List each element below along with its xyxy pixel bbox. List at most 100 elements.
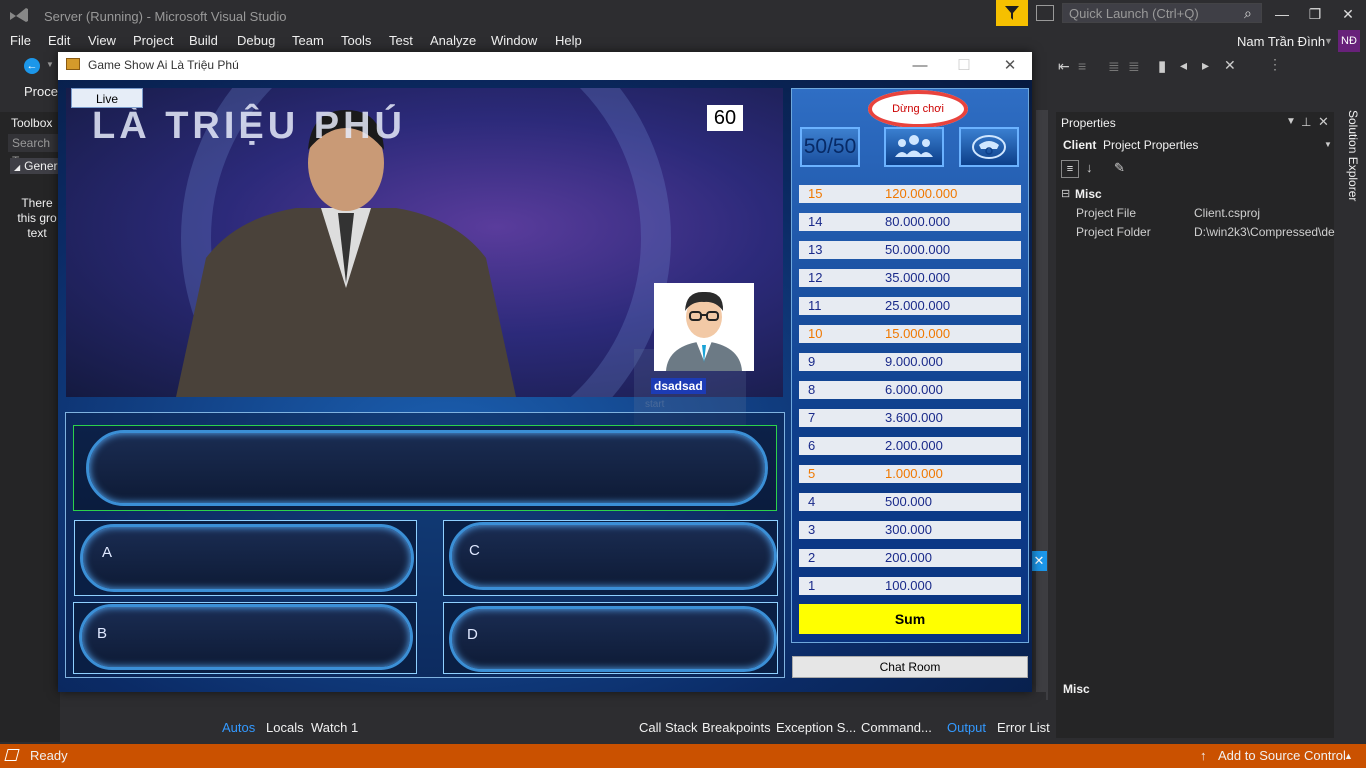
menu-team[interactable]: Team [292,33,324,48]
tab-output[interactable]: Output [947,720,986,735]
lifeline-audience-button[interactable] [884,127,944,167]
editor-scrollbar[interactable] [1036,110,1048,700]
property-name: Project File [1076,206,1137,220]
lifeline-phone-button[interactable] [959,127,1019,167]
ladder-level: 2 [808,550,816,565]
ladder-amount: 100.000 [885,578,932,593]
tab-call-stack[interactable]: Call Stack [639,720,698,735]
alphabetical-icon[interactable]: ↓ [1086,160,1093,175]
close-icon[interactable]: ✕ [1318,114,1329,130]
ladder-amount: 9.000.000 [885,354,943,369]
bookmark-next-icon[interactable]: ▸ [1202,57,1209,74]
close-button[interactable]: ✕ [996,56,1024,76]
restore-button[interactable]: ❐ [1303,4,1327,24]
property-value[interactable]: Client.csproj [1194,206,1260,220]
ladder-amount: 500.000 [885,494,932,509]
chat-room-button[interactable]: Chat Room [792,656,1028,678]
ladder-amount: 50.000.000 [885,242,951,257]
minimize-button[interactable]: — [1270,4,1294,24]
property-pages-icon[interactable]: ✎ [1114,160,1125,176]
add-to-source-control[interactable]: Add to Source Control [1218,748,1346,763]
toolbox-group-label: Gener [24,159,58,173]
properties-object-selector[interactable]: Client Project Properties [1063,138,1198,152]
ladder-level: 14 [808,214,823,229]
comment-icon[interactable]: ≣ [1108,58,1120,75]
categorized-icon[interactable]: ≡ [1061,160,1079,178]
uncomment-icon[interactable]: ≣ [1128,58,1140,75]
answer-c-pill[interactable] [449,522,777,590]
minimize-button[interactable]: — [906,56,934,76]
menu-analyze[interactable]: Analyze [430,33,476,48]
maximize-button[interactable]: ☐ [950,56,978,76]
tab-error-list[interactable]: Error List [997,720,1050,735]
ladder-amount: 6.000.000 [885,382,943,397]
search-icon[interactable]: ⌕ [1244,5,1252,22]
collapse-icon[interactable]: ⊟ [1061,187,1070,200]
bookmark-icon[interactable]: ▮ [1158,57,1166,75]
close-icon[interactable]: ✕ [1031,551,1047,571]
feedback-icon[interactable] [1036,5,1054,21]
menu-window[interactable]: Window [491,33,537,48]
answer-d-pill[interactable] [449,606,777,672]
phone-icon [972,135,1006,159]
answer-b-pill[interactable] [79,604,413,670]
lifeline-50-50-button[interactable]: 50/50 [800,127,860,167]
ladder-level: 8 [808,382,816,397]
bookmark-prev-icon[interactable]: ◂ [1180,57,1187,74]
sum-button[interactable]: Sum [799,604,1021,634]
ladder-level: 1 [808,578,816,593]
ladder-amount: 3.600.000 [885,410,943,425]
ladder-level: 4 [808,494,816,509]
dropdown-icon[interactable]: ▼ [1286,116,1296,127]
answer-b-label: B [97,625,108,642]
menu-help[interactable]: Help [555,33,582,48]
close-button[interactable]: ✕ [1336,4,1360,24]
ladder-level: 10 [808,326,823,341]
chevron-down-icon[interactable]: ▼ [1324,140,1332,149]
tab-exception-settings[interactable]: Exception S... [776,720,856,735]
notification-flag-icon[interactable] [996,0,1028,26]
stop-game-button[interactable]: Dừng chơi [868,90,968,128]
chevron-up-icon[interactable]: ▲ [1344,751,1353,761]
toolbox-title[interactable]: Toolbox [11,116,52,130]
quick-launch-input[interactable]: Quick Launch (Ctrl+Q) [1062,3,1262,23]
start-label: start [645,399,665,410]
user-avatar[interactable]: NĐ [1338,30,1360,52]
solution-explorer-tab[interactable]: Solution Explorer [1340,110,1360,230]
menu-project[interactable]: Project [133,33,173,48]
menu-test[interactable]: Test [389,33,413,48]
user-name[interactable]: Nam Trần Đình [1237,34,1325,49]
ladder-level: 11 [808,298,822,313]
properties-title: Properties [1061,116,1116,130]
toolbox-search-input[interactable]: Search T [8,134,60,168]
arrow-up-icon: ↑ [1200,748,1207,763]
chevron-down-icon[interactable]: ▼ [1324,36,1333,46]
tab-autos[interactable]: Autos [222,720,255,735]
menu-view[interactable]: View [88,33,116,48]
navigate-back-icon[interactable]: ← [24,58,40,74]
toolbar-step-icon[interactable]: ⇤ [1058,58,1070,75]
menu-tools[interactable]: Tools [341,33,371,48]
ladder-amount: 300.000 [885,522,932,537]
property-value[interactable]: D:\win2k3\Compressed\de [1194,225,1335,239]
menu-edit[interactable]: Edit [48,33,70,48]
pin-icon[interactable]: ⊥ [1301,115,1311,129]
tab-command[interactable]: Command... [861,720,932,735]
tab-locals[interactable]: Locals [266,720,304,735]
menu-file[interactable]: File [10,33,31,48]
bookmark-clear-icon[interactable]: ✕ [1224,57,1236,74]
chevron-down-icon[interactable]: ▼ [46,60,54,69]
show-banner: LÀ TRIỆU PHÚ [92,105,406,147]
object-type: Project Properties [1103,138,1199,152]
live-button[interactable]: Live [71,88,143,108]
toolbar-format-icon[interactable]: ≡ [1078,58,1086,74]
menu-build[interactable]: Build [189,33,218,48]
toolbar-overflow-icon[interactable]: ⋮ [1268,56,1282,73]
ladder-amount: 25.000.000 [885,298,951,313]
answer-a-pill[interactable] [80,524,414,592]
tab-watch[interactable]: Watch 1 [311,720,358,735]
toolbox-group-general[interactable]: ◢ Gener [10,158,60,174]
tab-breakpoints[interactable]: Breakpoints [702,720,771,735]
ladder-amount: 200.000 [885,550,932,565]
menu-debug[interactable]: Debug [237,33,275,48]
